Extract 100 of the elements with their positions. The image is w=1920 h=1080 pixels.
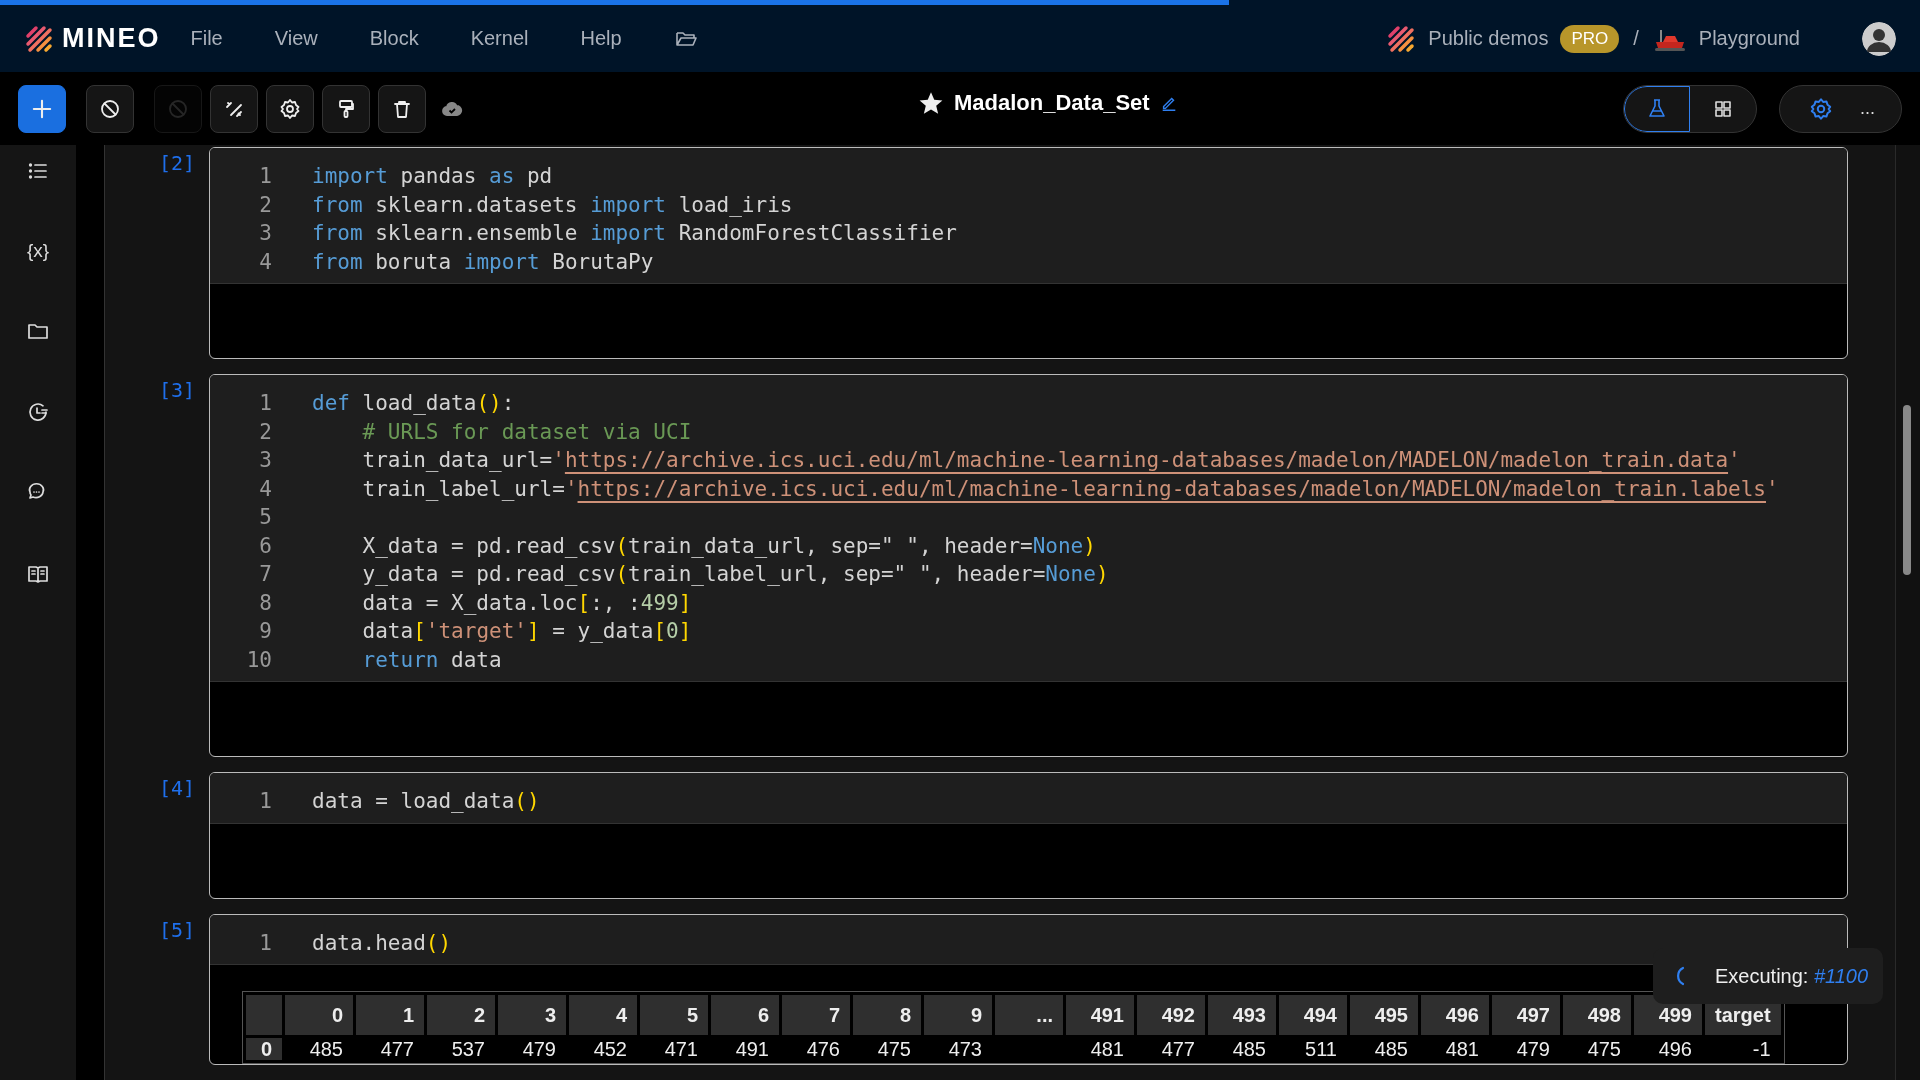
- line-number: 1: [258, 930, 272, 955]
- code-line: from boruta import BorutaPy: [312, 249, 654, 274]
- star-icon[interactable]: [918, 90, 944, 116]
- workspace-link[interactable]: Public demos: [1428, 27, 1549, 50]
- scrollbar[interactable]: [1895, 145, 1920, 1080]
- code-line: X_data = pd.read_csv(train_data_url, sep=" ", header=None): [361, 533, 1096, 558]
- format-button[interactable]: [322, 84, 370, 133]
- table-cell-text: 481: [1089, 1038, 1125, 1060]
- column-header: 9: [924, 995, 992, 1035]
- table-cell-text: 485: [308, 1038, 344, 1060]
- table-cell-text: 452: [592, 1038, 628, 1060]
- add-cell-button[interactable]: [18, 84, 66, 133]
- table-cell-text: 485: [1231, 1038, 1267, 1060]
- logo-icon: [24, 23, 54, 54]
- column-header: ...: [995, 995, 1063, 1035]
- line-number: 1: [258, 164, 272, 189]
- code-line: data = load_data(): [312, 789, 540, 814]
- code-line: def load_data():: [312, 391, 515, 416]
- line-number: 3: [258, 448, 272, 473]
- line-number: 1: [258, 789, 272, 814]
- line-number: 8: [258, 590, 272, 615]
- table-cell-text: -1: [1751, 1038, 1772, 1060]
- menu-item[interactable]: File: [190, 27, 223, 50]
- notebook-title: Madalon_Data_Set: [954, 90, 1150, 116]
- column-header: 498: [1563, 995, 1631, 1035]
- line-number: 1: [258, 391, 272, 416]
- line-number: 4: [258, 476, 272, 501]
- menu-item[interactable]: Block: [369, 27, 419, 50]
- code-line: # URLS for dataset via UCI: [361, 419, 692, 444]
- brand-name: MINEO: [62, 23, 161, 54]
- table-cell-text: 511: [1304, 1038, 1338, 1060]
- table-cell-text: 475: [1586, 1038, 1622, 1060]
- execution-count: [2]: [158, 151, 195, 175]
- variables-icon[interactable]: {x}: [26, 240, 50, 262]
- code-line: import pandas as pd: [312, 164, 553, 189]
- column-header: 7: [782, 995, 850, 1035]
- code-cell[interactable]: 1 import pandas as pd 2 from sklearn.datasets import load_iris 3 from sklearn.ensemble import RandomForestClassifier 4 from boruta import BorutaPy: [209, 147, 1848, 359]
- line-number: 4: [258, 249, 272, 274]
- column-header: 2: [427, 995, 495, 1035]
- column-header: 5: [640, 995, 708, 1035]
- column-header: 495: [1350, 995, 1418, 1035]
- column-header: 492: [1137, 995, 1205, 1035]
- line-number: 2: [258, 192, 272, 217]
- column-header: 497: [1492, 995, 1560, 1035]
- table-cell-text: 479: [521, 1038, 557, 1060]
- table-cell-text: 537: [450, 1038, 486, 1060]
- code-cell[interactable]: 1 data = load_data(): [209, 772, 1848, 899]
- menu-item[interactable]: Kernel: [470, 27, 529, 50]
- execution-count: [3]: [158, 378, 195, 402]
- row-index: 0: [246, 1038, 282, 1060]
- line-number: 2: [258, 419, 272, 444]
- code-cell[interactable]: [209, 374, 1848, 757]
- table-cell-text: 471: [663, 1038, 699, 1060]
- column-header: 1: [356, 995, 424, 1035]
- interrupt-button[interactable]: [86, 84, 134, 133]
- table-cell-text: 476: [805, 1038, 841, 1060]
- line-number: 3: [258, 221, 272, 246]
- code-line: data['target'] = y_data[0]: [361, 619, 692, 644]
- column-header: 493: [1208, 995, 1276, 1035]
- code-line: from sklearn.ensemble import RandomForestClassifier: [312, 221, 957, 246]
- gear-icon: [278, 96, 302, 121]
- settings-button[interactable]: [266, 84, 314, 133]
- column-header: 496: [1421, 995, 1489, 1035]
- plan-badge: PRO: [1560, 24, 1620, 53]
- code-line: data.head(): [312, 930, 452, 955]
- menu-item[interactable]: View: [274, 27, 318, 50]
- table-cell-text: 475: [876, 1038, 912, 1060]
- column-header: 4: [569, 995, 637, 1035]
- code-line: train_data_url='https://archive.ics.uci.edu/ml/machine-learning-databases/madelon/MADELON/madelon_train.data': [361, 448, 1741, 473]
- workspace-icon: [1386, 23, 1417, 54]
- column-header: 8: [853, 995, 921, 1035]
- table-cell-text: 477: [379, 1038, 415, 1060]
- avatar[interactable]: [1862, 21, 1896, 56]
- breadcrumb-separator: /: [1633, 27, 1639, 50]
- column-header: 0: [285, 995, 353, 1035]
- column-header: 3: [498, 995, 566, 1035]
- table-cell-text: 481: [1444, 1038, 1480, 1060]
- more-button[interactable]: ...: [1860, 98, 1875, 119]
- column-header: 491: [1066, 995, 1134, 1035]
- line-number: 10: [245, 647, 272, 672]
- table-cell-text: 477: [1160, 1038, 1196, 1060]
- history-icon[interactable]: [26, 400, 50, 424]
- code-line: return data: [361, 647, 502, 672]
- line-number: 7: [258, 562, 272, 587]
- table-cell-text: 473: [947, 1038, 983, 1060]
- delete-button[interactable]: [378, 84, 426, 133]
- table-cell-text: 496: [1657, 1038, 1693, 1060]
- line-number: 9: [258, 619, 272, 644]
- line-number: 5: [258, 505, 272, 530]
- table-cell-text: 479: [1515, 1038, 1551, 1060]
- menu-item[interactable]: Help: [580, 27, 622, 50]
- code-line: train_label_url='https://archive.ics.uci.edu/ml/machine-learning-databases/madelon/MADELON/madelon_train.labels': [361, 476, 1779, 501]
- code-line: data = X_data.loc[:, :499]: [361, 590, 692, 615]
- settings-icon[interactable]: [1808, 95, 1834, 122]
- column-header: 494: [1279, 995, 1347, 1035]
- unlink-button[interactable]: [210, 84, 258, 133]
- table-cell-text: 491: [734, 1038, 770, 1060]
- column-header: 6: [711, 995, 779, 1035]
- line-number: 6: [258, 533, 272, 558]
- project-link[interactable]: Playground: [1698, 27, 1800, 50]
